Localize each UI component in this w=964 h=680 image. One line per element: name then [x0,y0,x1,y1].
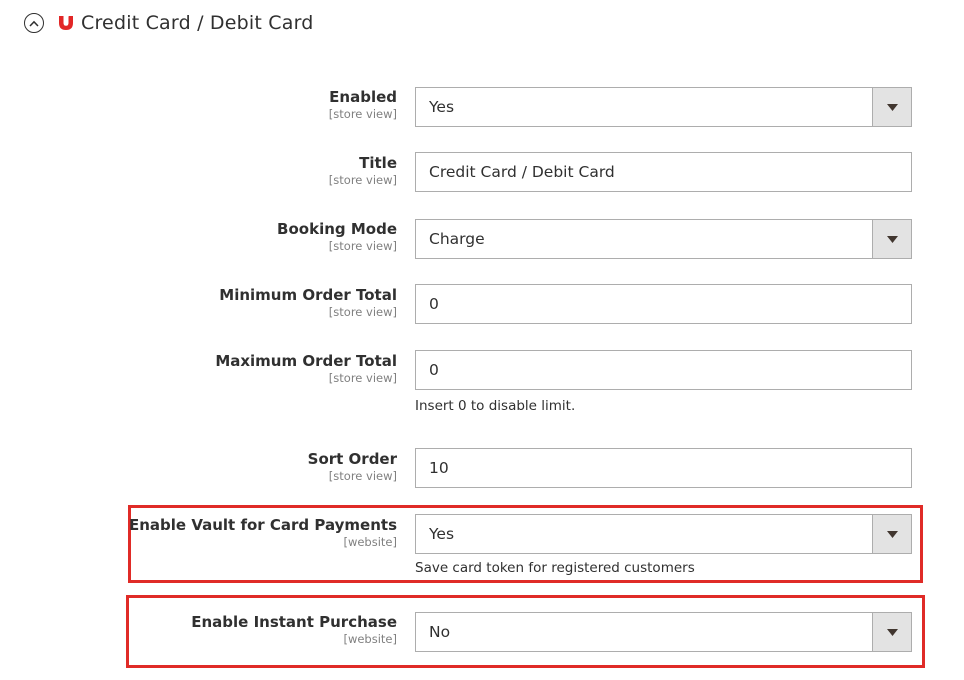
sort-order-scope: [store view] [328,469,397,483]
sort-order-label-group: Sort Order [store view] [308,449,397,483]
min-order-total-scope: [store view] [328,305,397,319]
booking-mode-scope: [store view] [328,239,397,253]
enable-vault-scope: [website] [343,535,397,549]
max-order-total-scope: [store view] [328,371,397,385]
min-order-total-label: Minimum Order Total [219,286,397,304]
enable-instant-purchase-scope: [website] [343,632,397,646]
section-title: Credit Card / Debit Card [81,12,314,34]
sort-order-value: 10 [429,459,449,477]
max-order-total-label: Maximum Order Total [215,352,397,370]
enable-instant-purchase-select[interactable]: No [415,612,912,652]
enable-vault-value: Yes [429,525,455,543]
section-header[interactable]: Credit Card / Debit Card [24,8,314,38]
max-order-total-label-group: Maximum Order Total [store view] [215,351,397,385]
enable-vault-note: Save card token for registered customers [415,560,695,576]
chevron-up-circle-icon[interactable] [24,13,44,33]
booking-mode-select[interactable]: Charge [415,219,912,259]
min-order-total-value: 0 [429,295,439,313]
caret-down-icon[interactable] [872,88,911,126]
caret-down-icon[interactable] [872,220,911,258]
max-order-total-input[interactable]: 0 [415,350,912,390]
caret-down-icon[interactable] [872,515,911,553]
title-label-group: Title [store view] [329,153,397,187]
enable-instant-purchase-label-group: Enable Instant Purchase [website] [191,612,397,646]
max-order-total-value: 0 [429,361,439,379]
enable-vault-select[interactable]: Yes [415,514,912,554]
brand-logo-icon [59,14,73,30]
enabled-label: Enabled [329,88,397,106]
title-value: Credit Card / Debit Card [429,163,615,181]
booking-mode-value: Charge [429,230,485,248]
booking-mode-label-group: Booking Mode [store view] [277,219,397,253]
min-order-total-input[interactable]: 0 [415,284,912,324]
sort-order-input[interactable]: 10 [415,448,912,488]
title-scope: [store view] [328,173,397,187]
enabled-select[interactable]: Yes [415,87,912,127]
max-order-total-note: Insert 0 to disable limit. [415,398,576,414]
enable-vault-label: Enable Vault for Card Payments [129,516,397,534]
enabled-scope: [store view] [328,107,397,121]
title-input[interactable]: Credit Card / Debit Card [415,152,912,192]
enabled-label-group: Enabled [store view] [329,87,397,121]
booking-mode-label: Booking Mode [277,220,397,238]
enable-instant-purchase-value: No [429,623,451,641]
min-order-total-label-group: Minimum Order Total [store view] [219,285,397,319]
sort-order-label: Sort Order [307,450,397,468]
enable-vault-label-group: Enable Vault for Card Payments [website] [129,515,397,549]
caret-down-icon[interactable] [872,613,911,651]
enabled-value: Yes [429,98,455,116]
enable-instant-purchase-label: Enable Instant Purchase [191,613,397,631]
title-label: Title [359,154,397,172]
